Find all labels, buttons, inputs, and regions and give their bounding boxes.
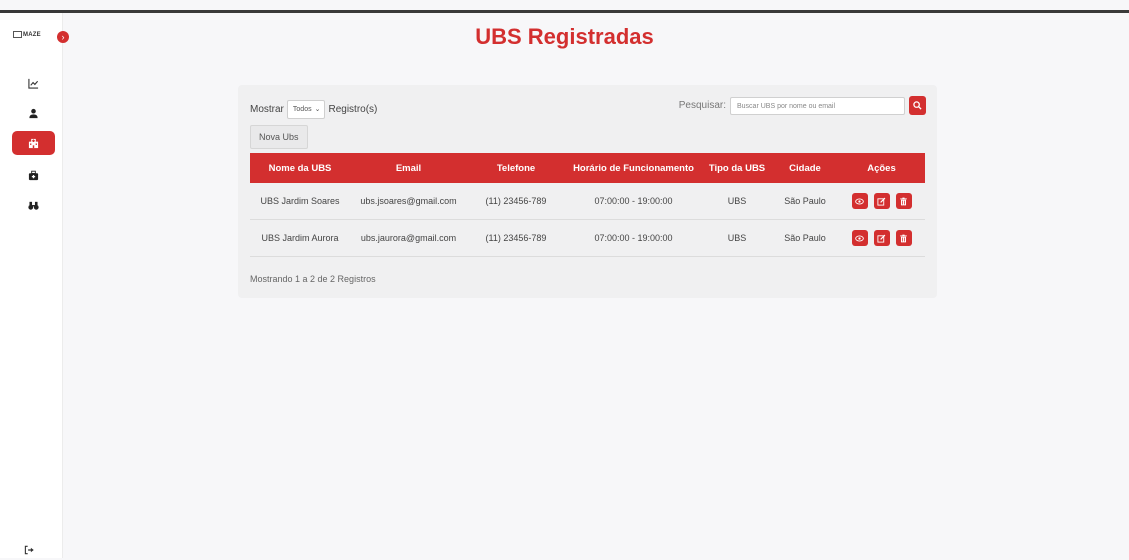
sidebar-item-briefcase[interactable] (12, 163, 55, 187)
cell-horario: 07:00:00 - 19:00:00 (565, 183, 702, 220)
header-cidade[interactable]: Cidade (772, 153, 838, 183)
delete-button[interactable] (895, 193, 912, 209)
header-email[interactable]: Email (350, 153, 467, 183)
records-label: Registro(s) (328, 104, 378, 115)
header-telefone[interactable]: Telefone (467, 153, 565, 183)
page-size-select[interactable]: Todos ⌄ (286, 100, 326, 119)
cell-telefone: (11) 23456-789 (467, 183, 565, 220)
sidebar: MAZE (0, 13, 63, 558)
briefcase-icon (28, 170, 39, 180)
cell-cidade: São Paulo (772, 219, 838, 257)
sidebar-item-ubs[interactable] (12, 131, 55, 155)
page-size-value: Todos (292, 106, 312, 113)
table-header-row: Nome da UBS Email Telefone Horário de Fu… (250, 153, 925, 183)
view-button[interactable] (851, 193, 868, 209)
cell-email: ubs.jsoares@gmail.com (350, 183, 467, 220)
cell-nome: UBS Jardim Soares (250, 183, 350, 220)
eye-icon (855, 235, 864, 241)
ubs-table-card: Mostrar Todos ⌄ Registro(s) Pesquisar: Bu… (238, 85, 937, 298)
logout-icon (24, 545, 34, 555)
show-label: Mostrar (250, 104, 284, 115)
chart-icon (28, 78, 39, 89)
page-title: UBS Registradas (475, 24, 654, 49)
cell-acoes (838, 183, 925, 220)
cell-tipo: UBS (702, 219, 772, 257)
search-icon (913, 101, 922, 110)
header-nome[interactable]: Nome da UBS (250, 153, 350, 183)
search-label: Pesquisar: (678, 100, 726, 111)
delete-button[interactable] (895, 230, 912, 246)
top-border (0, 10, 1129, 13)
sidebar-toggle-button[interactable]: › (57, 31, 69, 43)
sidebar-item-binoculars[interactable] (12, 193, 55, 217)
sidebar-item-dashboard[interactable] (12, 71, 55, 95)
edit-button[interactable] (873, 230, 890, 246)
cell-email: ubs.jaurora@gmail.com (350, 219, 467, 257)
chevron-right-icon: › (61, 32, 65, 42)
cell-acoes (838, 219, 925, 257)
search-bar: Pesquisar: Buscar UBS por nome ou email (679, 96, 926, 115)
hospital-icon (28, 138, 39, 148)
sidebar-item-users[interactable] (12, 101, 55, 125)
edit-button[interactable] (873, 193, 890, 209)
cell-nome: UBS Jardim Aurora (250, 219, 350, 257)
cell-cidade: São Paulo (772, 183, 838, 220)
binoculars-icon (28, 201, 39, 210)
chevron-down-icon: ⌄ (314, 106, 321, 113)
cell-telefone: (11) 23456-789 (467, 219, 565, 257)
cell-horario: 07:00:00 - 19:00:00 (565, 219, 702, 257)
trash-icon (900, 234, 907, 242)
eye-icon (855, 198, 864, 204)
header-acoes: Ações (838, 153, 925, 183)
new-ubs-button[interactable]: Nova Ubs (250, 125, 308, 149)
ubs-table: Nome da UBS Email Telefone Horário de Fu… (250, 153, 925, 257)
page-size-control: Mostrar Todos ⌄ Registro(s) (250, 100, 377, 119)
trash-icon (900, 197, 907, 205)
view-button[interactable] (851, 230, 868, 246)
edit-icon (877, 197, 886, 206)
logout-button[interactable] (24, 542, 35, 560)
edit-icon (877, 234, 886, 243)
search-input[interactable]: Buscar UBS por nome ou email (730, 96, 905, 115)
table-row: UBS Jardim Soares ubs.jsoares@gmail.com … (250, 183, 925, 220)
user-icon (29, 108, 38, 118)
search-button[interactable] (909, 96, 926, 115)
cell-tipo: UBS (702, 183, 772, 220)
table-summary: Mostrando 1 a 2 de 2 Registros (250, 274, 376, 284)
header-tipo[interactable]: Tipo da UBS (702, 153, 772, 183)
header-horario[interactable]: Horário de Funcionamento (565, 153, 702, 183)
table-row: UBS Jardim Aurora ubs.jaurora@gmail.com … (250, 219, 925, 257)
